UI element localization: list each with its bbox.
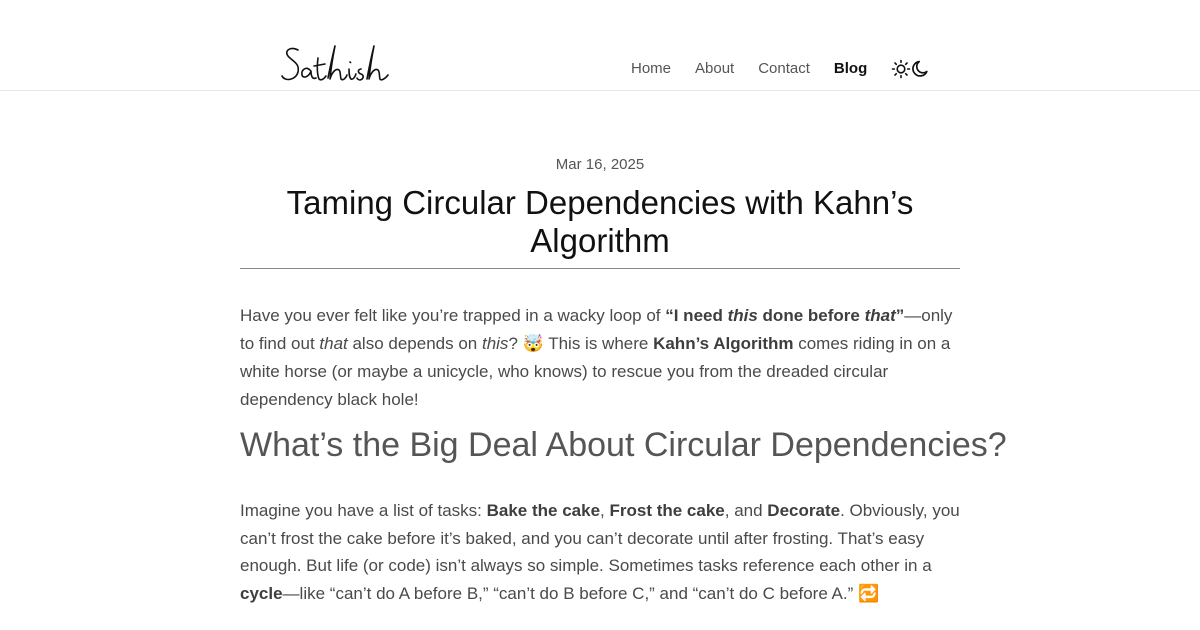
site-logo[interactable]	[280, 42, 392, 91]
post-date: Mar 16, 2025	[555, 156, 645, 173]
body-paragraph: Imagine you have a list of tasks: Bake t…	[240, 501, 960, 604]
nav-contact-link[interactable]: Contact	[758, 58, 810, 80]
logo-script-signature	[281, 45, 389, 81]
nav-about-link[interactable]: About	[695, 58, 734, 80]
main-nav: Home About Contact Blog	[631, 58, 931, 80]
repeat-emoji: 🔁	[858, 583, 880, 604]
title-divider	[240, 268, 960, 269]
nav-blog-link[interactable]: Blog	[834, 58, 867, 80]
nav-home-link[interactable]: Home	[631, 58, 671, 80]
exploding-head-emoji: 🤯	[522, 333, 544, 354]
sun-icon[interactable]	[891, 59, 911, 79]
section-heading: What’s the Big Deal About Circular Depen…	[240, 426, 1007, 464]
intro-paragraph: Have you ever felt like you’re trapped i…	[240, 306, 953, 409]
post-title: Taming Circular Dependencies with Kahn’s…	[286, 184, 914, 259]
theme-toggle[interactable]	[891, 59, 931, 79]
site-header: Home About Contact Blog	[0, 0, 1200, 91]
moon-icon[interactable]	[911, 59, 931, 79]
